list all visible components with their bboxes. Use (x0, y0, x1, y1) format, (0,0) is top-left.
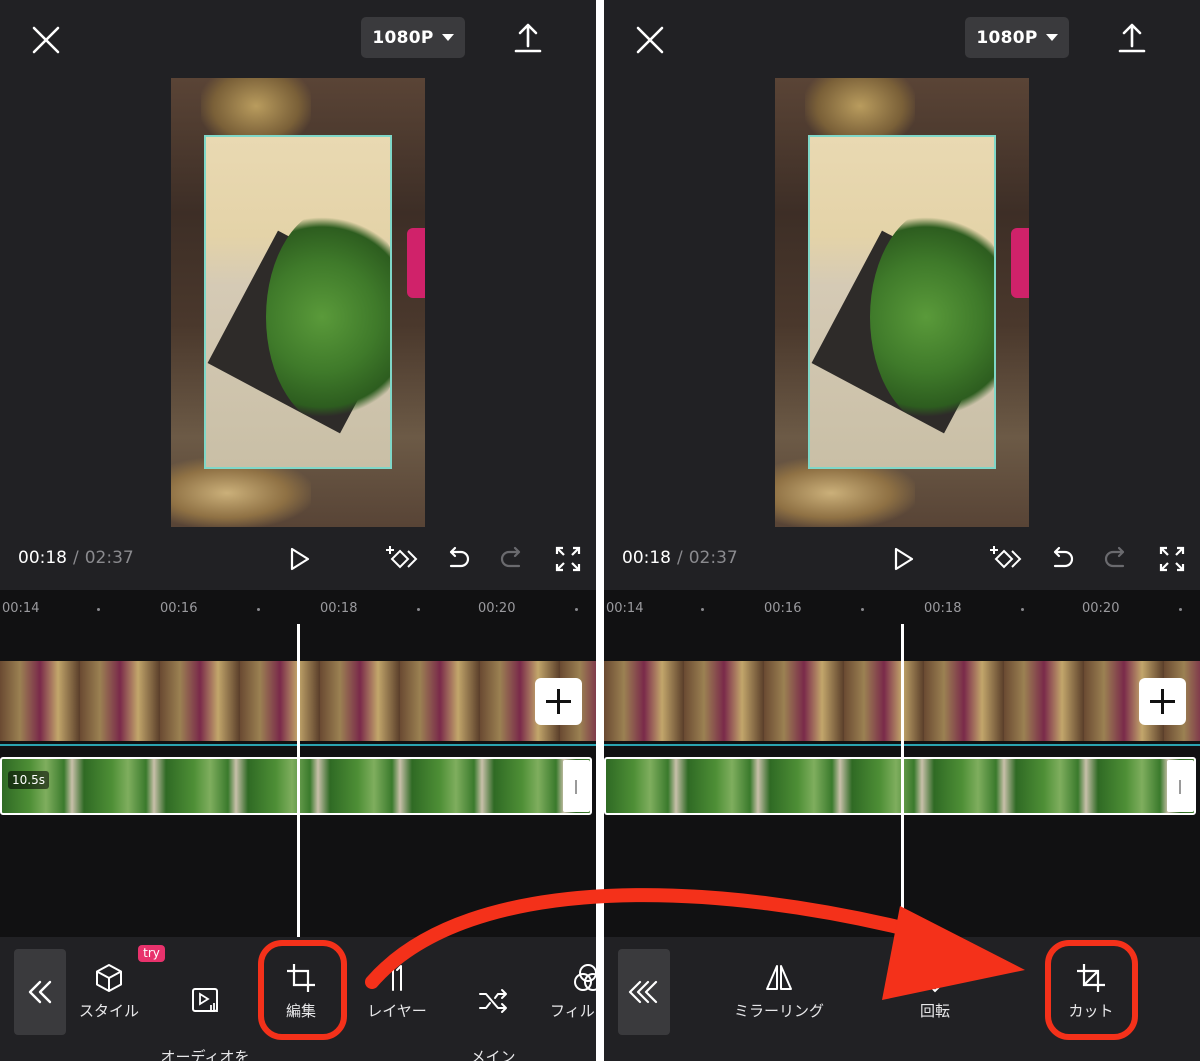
pink-object-image (407, 228, 425, 298)
tool-rotate[interactable]: 回転 (890, 962, 980, 1023)
ruler-dot (257, 608, 260, 611)
extract-audio-icon (192, 988, 218, 1012)
redo-icon[interactable] (1102, 544, 1132, 574)
add-clip-button[interactable] (1139, 678, 1186, 725)
highlight-cut-tool (1045, 940, 1138, 1040)
rotate-icon (920, 963, 950, 993)
export-icon[interactable] (1116, 20, 1148, 56)
ruler-label: 00:14 (2, 601, 40, 616)
ruler-label: 00:14 (606, 601, 644, 616)
tool-mirror[interactable]: ミラーリング (724, 962, 834, 1023)
caret-down-icon (441, 34, 454, 41)
ruler-label: 00:16 (160, 601, 198, 616)
back-button[interactable] (14, 949, 66, 1035)
overlay-layer-track[interactable] (604, 757, 1196, 815)
ruler-dot (1021, 608, 1024, 611)
fullscreen-icon[interactable] (553, 544, 583, 574)
resolution-label: 1080P (372, 27, 434, 48)
undo-icon[interactable] (442, 544, 472, 574)
close-icon[interactable] (28, 22, 64, 58)
editor-screen-right: 1080P 00:18/02:37 00:14 00:16 00:18 00:2… (604, 0, 1200, 1061)
ruler-label: 00:20 (478, 601, 516, 616)
caret-down-icon (1045, 34, 1058, 41)
ruler-label: 00:18 (924, 601, 962, 616)
cube-icon (96, 964, 122, 992)
ruler-dot (417, 608, 420, 611)
export-icon[interactable] (512, 20, 544, 56)
tool-label: フィル (550, 1002, 595, 1020)
tool-label: スタイル (78, 1002, 139, 1020)
layer-duration-badge: 10.5s (8, 771, 49, 789)
tool-label: 回転 (919, 1002, 950, 1020)
fullscreen-icon[interactable] (1157, 544, 1187, 574)
plus-icon (1150, 689, 1175, 714)
overlay-layer-selected[interactable] (808, 135, 996, 469)
pink-object-image (1011, 228, 1029, 298)
close-icon[interactable] (632, 22, 668, 58)
tool-label: メイン トラック (470, 1048, 516, 1061)
tool-label: レイヤー (367, 1002, 427, 1020)
time-total: 02:37 (84, 548, 134, 568)
ruler-dot (575, 608, 578, 611)
video-preview[interactable] (171, 78, 425, 527)
time-current: 00:18 (18, 548, 67, 568)
resolution-button[interactable]: 1080P (361, 17, 465, 58)
try-badge: try (138, 945, 165, 962)
mirror-icon (766, 965, 792, 990)
time-display: 00:18 /02:37 (18, 548, 134, 568)
tool-layer[interactable]: レイヤー (352, 962, 442, 1023)
time-separator: / (73, 548, 79, 568)
ruler-label: 00:18 (320, 601, 358, 616)
play-icon[interactable] (888, 544, 918, 574)
ruler-label: 00:20 (1082, 601, 1120, 616)
ruler-dot (97, 608, 100, 611)
time-current: 00:18 (622, 548, 671, 568)
resolution-label: 1080P (976, 27, 1038, 48)
ruler-dot (1179, 608, 1182, 611)
timeline-ruler[interactable]: 00:14 00:16 00:18 00:20 (0, 598, 596, 620)
keyframe-add-icon[interactable] (988, 544, 1022, 574)
plus-icon (546, 689, 571, 714)
redo-icon[interactable] (498, 544, 528, 574)
layer-trim-handle[interactable] (563, 760, 590, 812)
tool-main-track[interactable]: メイン トラック (448, 962, 538, 1061)
double-chevron-left-icon (28, 980, 52, 1004)
layer-trim-handle[interactable] (1167, 760, 1194, 812)
video-preview[interactable] (775, 78, 1029, 527)
highlight-edit-tool (258, 940, 347, 1040)
play-icon[interactable] (284, 544, 314, 574)
tool-filter[interactable]: フィル (544, 962, 596, 1023)
layer-icon (392, 965, 402, 991)
tool-label: ミラーリング (733, 1002, 824, 1020)
timeline-ruler[interactable]: 00:14 00:16 00:18 00:20 (604, 598, 1200, 620)
tool-extract-audio[interactable]: オーディオを 抽出 (157, 962, 253, 1061)
add-clip-button[interactable] (535, 678, 582, 725)
editor-screen-left: 1080P 00:18/02:37 00:14 00:16 00:18 00:2… (0, 0, 596, 1061)
time-separator: / (677, 548, 683, 568)
ruler-dot (701, 608, 704, 611)
time-total: 02:37 (688, 548, 738, 568)
ruler-label: 00:16 (764, 601, 802, 616)
playhead[interactable] (297, 624, 300, 937)
triple-chevron-left-icon (628, 980, 658, 1004)
resolution-button[interactable]: 1080P (965, 17, 1069, 58)
overlay-layer-selected[interactable] (204, 135, 392, 469)
ruler-dot (861, 608, 864, 611)
playhead[interactable] (901, 624, 904, 937)
tool-label: オーディオを 抽出 (160, 1048, 250, 1061)
time-display: 00:18 /02:37 (622, 548, 738, 568)
shuffle-icon (479, 989, 507, 1013)
overlay-layer-track[interactable] (0, 757, 592, 815)
tool-style[interactable]: スタイル (64, 962, 154, 1023)
filter-icon (574, 964, 596, 991)
keyframe-add-icon[interactable] (384, 544, 418, 574)
back-button[interactable] (618, 949, 670, 1035)
undo-icon[interactable] (1046, 544, 1076, 574)
